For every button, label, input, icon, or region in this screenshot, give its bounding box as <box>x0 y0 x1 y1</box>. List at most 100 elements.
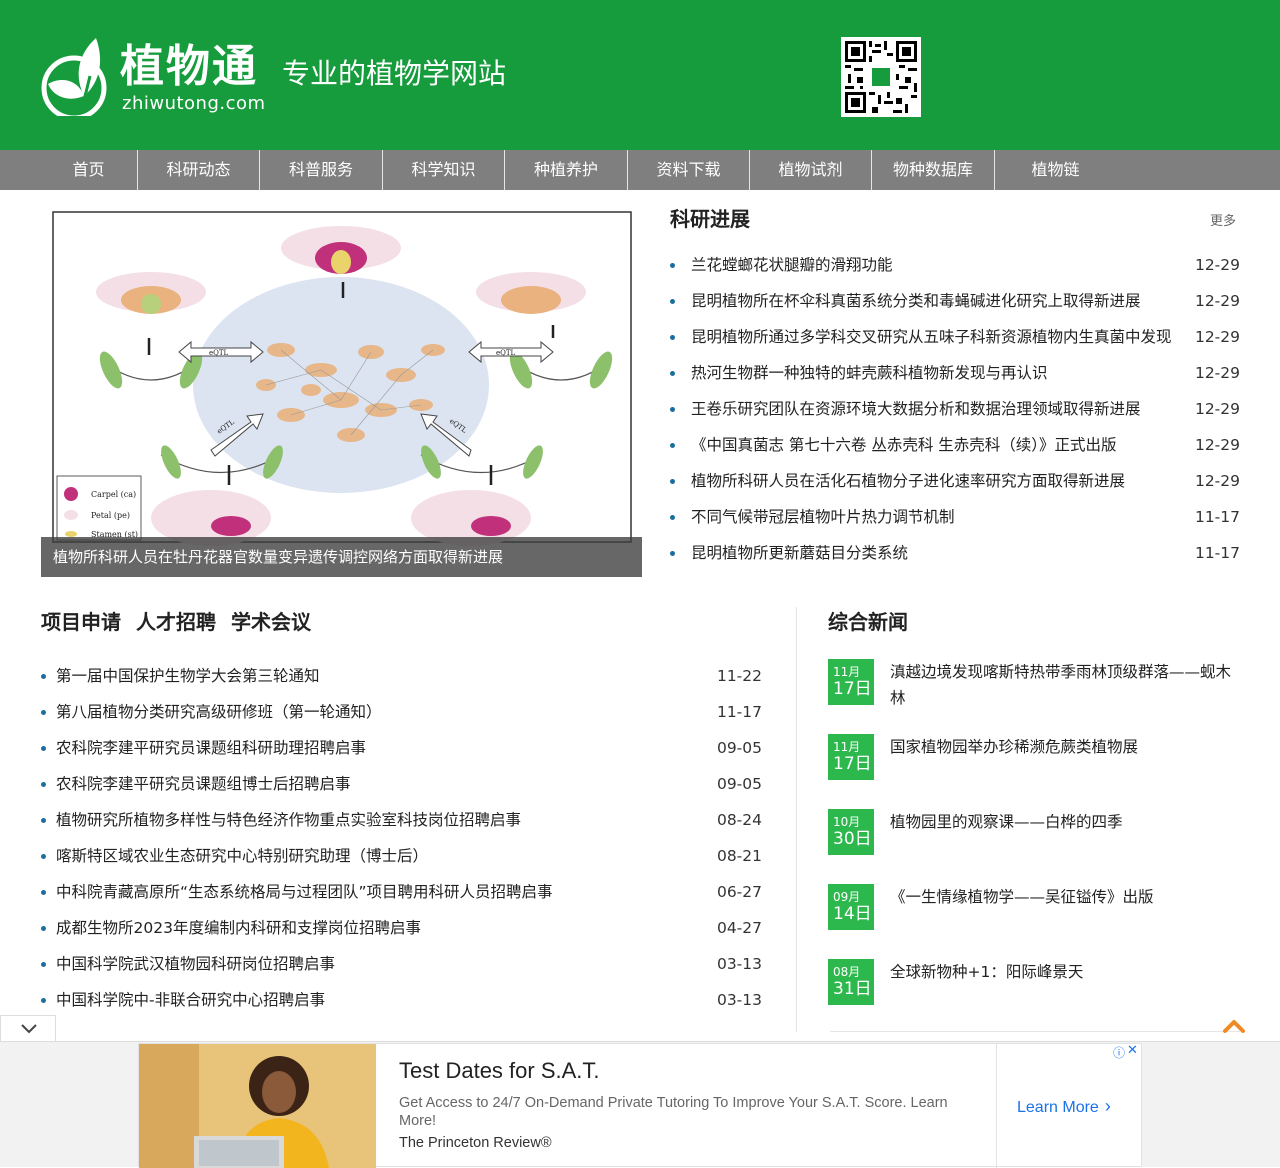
tab-talent[interactable]: 人才招聘 <box>136 609 216 635</box>
ad-description: Get Access to 24/7 On-Demand Private Tut… <box>399 1095 948 1129</box>
project-item-link[interactable]: 第八届植物分类研究高级研修班（第一轮通知） <box>56 694 696 730</box>
nav-science-service[interactable]: 科普服务 <box>260 150 382 190</box>
project-item-link[interactable]: 农科院李建平研究员课题组科研助理招聘启事 <box>56 730 696 766</box>
list-item: 植物所科研人员在活化石植物分子进化速率研究方面取得新进展 12-29 <box>670 463 1240 499</box>
section-bottom-line <box>830 1031 1240 1032</box>
ad-divider <box>996 1044 997 1168</box>
site-tagline: 专业的植物学网站 <box>282 57 507 90</box>
ad-collapse-button[interactable] <box>0 1015 56 1041</box>
research-item-link[interactable]: 昆明植物所通过多学科交叉研究从五味子科新资源植物内生真菌中发现 <box>691 319 1191 355</box>
featured-news-slide[interactable]: eQTL eQTL eQTL eQTL Carpel (ca) Petal (p… <box>41 200 642 577</box>
research-item-link[interactable]: 兰花螳螂花状腿瓣的滑翔功能 <box>691 247 1191 283</box>
list-item: 植物研究所植物多样性与特色经济作物重点实验室科技岗位招聘启事 08-24 <box>41 802 762 838</box>
ad-info-icon[interactable]: ⓘ <box>1113 1044 1125 1061</box>
project-item-date: 04-27 <box>716 919 762 937</box>
project-item-date: 09-05 <box>716 775 762 793</box>
research-item-link[interactable]: 热河生物群一种独特的蚌壳蕨科植物新发现与再认识 <box>691 355 1191 391</box>
project-item-date: 11-17 <box>716 703 762 721</box>
list-item: 中国科学院中-非联合研究中心招聘启事 03-13 <box>41 982 762 1018</box>
project-item-link[interactable]: 中国科学院武汉植物园科研岗位招聘启事 <box>56 946 696 982</box>
general-news-item: 11月 17日 滇越边境发现喀斯特热带季雨林顶级群落——蚬木林 <box>828 659 1240 729</box>
nav-plant-reagents[interactable]: 植物试剂 <box>750 150 871 190</box>
list-item: 成都生物所2023年度编制内科研和支撑岗位招聘启事 04-27 <box>41 910 762 946</box>
list-item: 农科院李建平研究员课题组科研助理招聘启事 09-05 <box>41 730 762 766</box>
research-item-link[interactable]: 昆明植物所在杯伞科真菌系统分类和毒蝇碱进化研究上取得新进展 <box>691 283 1191 319</box>
list-item: 《中国真菌志 第七十六卷 丛赤壳科 生赤壳科（续）》正式出版 12-29 <box>670 427 1240 463</box>
general-news-title: 综合新闻 <box>828 610 908 634</box>
date-badge: 09月 14日 <box>828 884 874 930</box>
tab-projects[interactable]: 项目申请 <box>41 609 121 635</box>
list-item: 昆明植物所更新蘑菇目分类系统 11-17 <box>670 535 1240 571</box>
project-item-link[interactable]: 农科院李建平研究员课题组博士后招聘启事 <box>56 766 696 802</box>
project-item-date: 08-24 <box>716 811 762 829</box>
general-news-link[interactable]: 全球新物种+1：阳际峰景天 <box>890 959 1240 985</box>
general-news-item: 09月 14日 《一生情缘植物学——吴征镒传》出版 <box>828 884 1240 954</box>
logo-english-text: zhiwutong.com <box>122 93 266 114</box>
research-item-date: 12-29 <box>1194 328 1240 346</box>
list-item: 第八届植物分类研究高级研修班（第一轮通知） 11-17 <box>41 694 762 730</box>
site-logo[interactable]: 植物通 zhiwutong.com <box>40 36 280 120</box>
list-item: 昆明植物所通过多学科交叉研究从五味子科新资源植物内生真菌中发现 12-29 <box>670 319 1240 355</box>
project-item-link[interactable]: 中科院青藏高原所“生态系统格局与过程团队”项目聘用科研人员招聘启事 <box>56 874 696 910</box>
research-item-link[interactable]: 昆明植物所更新蘑菇目分类系统 <box>691 535 1191 571</box>
list-item: 王卷乐研究团队在资源环境大数据分析和数据治理领域取得新进展 12-29 <box>670 391 1240 427</box>
peony-network-figure: eQTL eQTL eQTL eQTL Carpel (ca) Petal (p… <box>52 211 632 546</box>
research-item-link[interactable]: 《中国真菌志 第七十六卷 丛赤壳科 生赤壳科（续）》正式出版 <box>691 427 1191 463</box>
projects-list: 第一届中国保护生物学大会第三轮通知 11-22 第八届植物分类研究高级研修班（第一… <box>41 658 762 1018</box>
research-more-link[interactable]: 更多 <box>1210 210 1236 229</box>
project-item-link[interactable]: 植物研究所植物多样性与特色经济作物重点实验室科技岗位招聘启事 <box>56 802 696 838</box>
nav-plant-chain[interactable]: 植物链 <box>995 150 1116 190</box>
research-section-title: 科研进展 <box>670 207 750 231</box>
nav-planting-care[interactable]: 种植养护 <box>505 150 627 190</box>
project-item-link[interactable]: 第一届中国保护生物学大会第三轮通知 <box>56 658 696 694</box>
qr-code-image <box>841 37 921 117</box>
svg-text:eQTL: eQTL <box>209 349 229 357</box>
ad-title[interactable]: Test Dates for S.A.T. <box>399 1058 600 1084</box>
project-item-link[interactable]: 成都生物所2023年度编制内科研和支撑岗位招聘启事 <box>56 910 696 946</box>
research-item-date: 12-29 <box>1194 400 1240 418</box>
main-nav: 首页 科研动态 科普服务 科学知识 种植养护 资料下载 植物试剂 物种数据库 植… <box>0 150 1280 190</box>
project-item-date: 08-21 <box>716 847 762 865</box>
research-item-date: 12-29 <box>1194 256 1240 274</box>
research-item-date: 11-17 <box>1194 508 1240 526</box>
nav-home[interactable]: 首页 <box>40 150 137 190</box>
project-item-date: 09-05 <box>716 739 762 757</box>
research-item-date: 11-17 <box>1194 544 1240 562</box>
list-item: 农科院李建平研究员课题组博士后招聘启事 09-05 <box>41 766 762 802</box>
general-news-link[interactable]: 国家植物园举办珍稀濒危蕨类植物展 <box>890 734 1240 760</box>
research-item-link[interactable]: 植物所科研人员在活化石植物分子进化速率研究方面取得新进展 <box>691 463 1191 499</box>
advertisement[interactable]: Test Dates for S.A.T. Get Access to 24/7… <box>138 1043 1142 1168</box>
research-item-date: 12-29 <box>1194 472 1240 490</box>
general-news-item: 11月 17日 国家植物园举办珍稀濒危蕨类植物展 <box>828 734 1240 804</box>
back-to-top-icon[interactable] <box>1222 1016 1246 1034</box>
close-icon[interactable]: ✕ <box>1127 1043 1138 1058</box>
research-item-date: 12-29 <box>1194 292 1240 310</box>
chevron-down-icon <box>21 1024 37 1034</box>
nav-species-database[interactable]: 物种数据库 <box>872 150 994 190</box>
project-item-link[interactable]: 喀斯特区域农业生态研究中心特别研究助理（博士后） <box>56 838 696 874</box>
project-item-link[interactable]: 中国科学院中-非联合研究中心招聘启事 <box>56 982 696 1018</box>
tab-conferences[interactable]: 学术会议 <box>231 609 311 635</box>
nav-research-news[interactable]: 科研动态 <box>138 150 259 190</box>
general-news-item: 08月 31日 全球新物种+1：阳际峰景天 <box>828 959 1240 1029</box>
list-item: 昆明植物所在杯伞科真菌系统分类和毒蝇碱进化研究上取得新进展 12-29 <box>670 283 1240 319</box>
date-badge: 10月 30日 <box>828 809 874 855</box>
ad-learn-more-button[interactable]: Learn More › <box>1017 1096 1111 1117</box>
research-item-link[interactable]: 王卷乐研究团队在资源环境大数据分析和数据治理领域取得新进展 <box>691 391 1191 427</box>
ad-brand: The Princeton Review® <box>399 1135 552 1151</box>
research-item-link[interactable]: 不同气候带冠层植物叶片热力调节机制 <box>691 499 1191 535</box>
featured-caption[interactable]: 植物所科研人员在牡丹花器官数量变异遗传调控网络方面取得新进展 <box>41 537 642 577</box>
general-news-link[interactable]: 滇越边境发现喀斯特热带季雨林顶级群落——蚬木林 <box>890 659 1240 711</box>
list-item: 喀斯特区域农业生态研究中心特别研究助理（博士后） 08-21 <box>41 838 762 874</box>
nav-science-knowledge[interactable]: 科学知识 <box>383 150 504 190</box>
logo-chinese-text: 植物通 <box>120 41 258 92</box>
list-item: 不同气候带冠层植物叶片热力调节机制 11-17 <box>670 499 1240 535</box>
research-item-date: 12-29 <box>1194 436 1240 454</box>
general-news-link[interactable]: 《一生情缘植物学——吴征镒传》出版 <box>890 884 1240 910</box>
general-news-link[interactable]: 植物园里的观察课——白桦的四季 <box>890 809 1240 835</box>
project-item-date: 11-22 <box>716 667 762 685</box>
ad-image <box>139 1044 376 1168</box>
nav-downloads[interactable]: 资料下载 <box>628 150 749 190</box>
project-item-date: 06-27 <box>716 883 762 901</box>
general-news-item: 10月 30日 植物园里的观察课——白桦的四季 <box>828 809 1240 879</box>
